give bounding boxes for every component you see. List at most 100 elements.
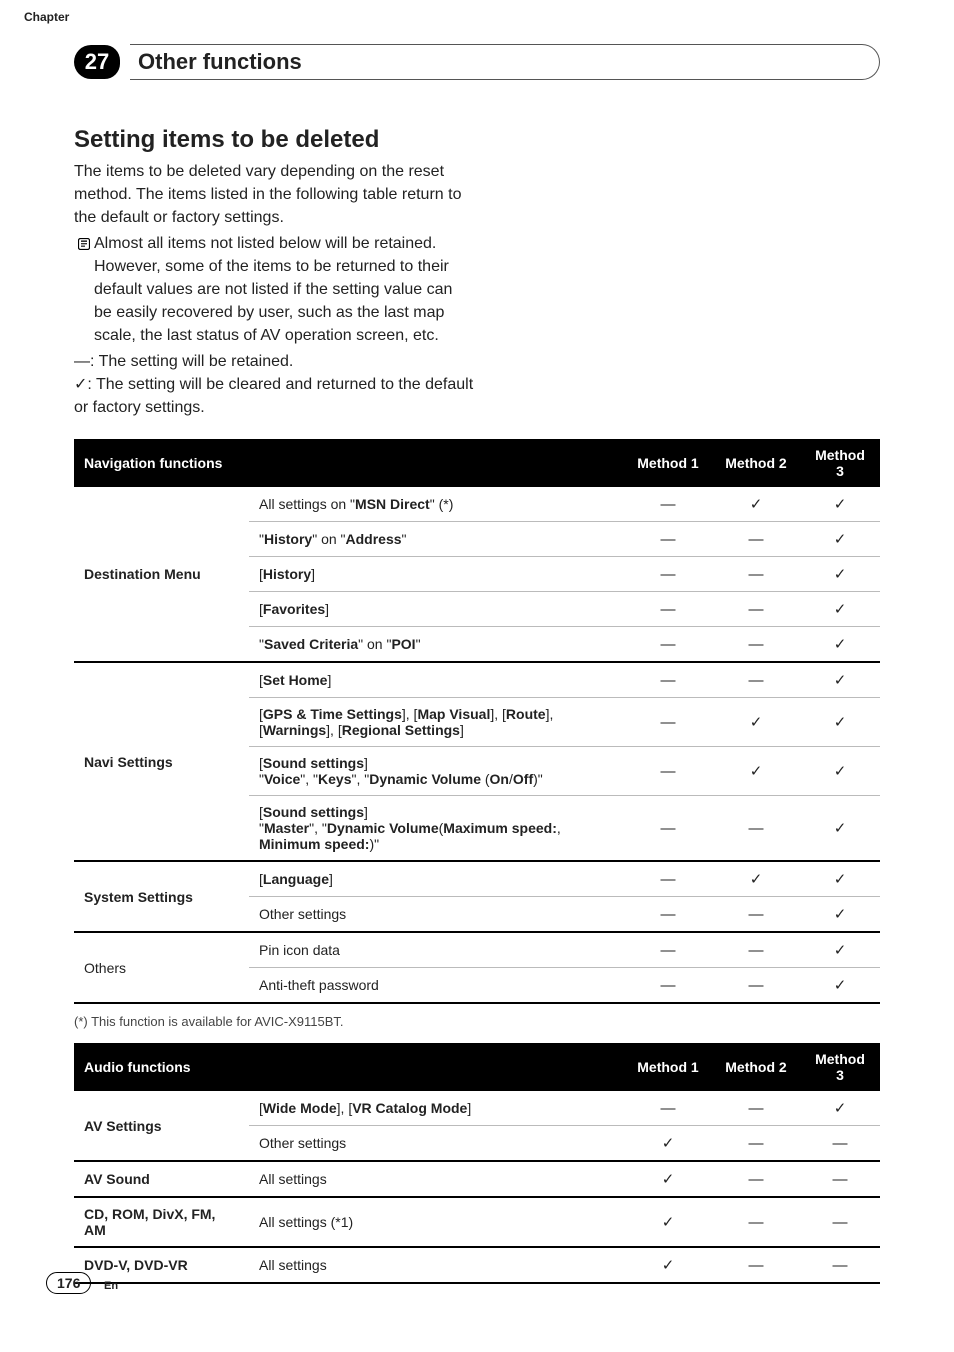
group-name-cell: Destination Menu bbox=[74, 487, 249, 662]
method-cell: — bbox=[624, 557, 712, 592]
table-row: System Settings[Language]—✓✓ bbox=[74, 861, 880, 897]
method-cell: ✓ bbox=[712, 861, 800, 897]
item-cell: Other settings bbox=[249, 897, 624, 933]
method-cell: ✓ bbox=[800, 487, 880, 522]
method-cell: ✓ bbox=[800, 662, 880, 698]
method-cell: ✓ bbox=[712, 747, 800, 796]
group-name-cell: CD, ROM, DivX, FM, AM bbox=[74, 1197, 249, 1247]
method-cell: ✓ bbox=[712, 487, 800, 522]
method-cell: ✓ bbox=[800, 796, 880, 862]
method-cell: ✓ bbox=[624, 1247, 712, 1283]
method-cell: ✓ bbox=[800, 557, 880, 592]
intro-paragraph: The items to be deleted vary depending o… bbox=[74, 160, 474, 230]
group-name-cell: System Settings bbox=[74, 861, 249, 932]
t1-header-blank bbox=[249, 439, 624, 487]
method-cell: — bbox=[800, 1161, 880, 1197]
method-cell: — bbox=[624, 796, 712, 862]
chapter-title-pill: Other functions bbox=[130, 44, 880, 80]
item-cell: [Sound settings]"Master", "Dynamic Volum… bbox=[249, 796, 624, 862]
method-cell: — bbox=[624, 662, 712, 698]
chapter-number-badge: 27 bbox=[74, 45, 120, 79]
item-cell: Other settings bbox=[249, 1126, 624, 1162]
item-cell: [Favorites] bbox=[249, 592, 624, 627]
item-cell: All settings bbox=[249, 1161, 624, 1197]
method-cell: ✓ bbox=[800, 861, 880, 897]
chapter-title: Other functions bbox=[138, 49, 302, 75]
method-cell: — bbox=[712, 557, 800, 592]
method-cell: — bbox=[800, 1126, 880, 1162]
method-cell: — bbox=[712, 1161, 800, 1197]
table-row: CD, ROM, DivX, FM, AMAll settings (*1)✓—… bbox=[74, 1197, 880, 1247]
method-cell: ✓ bbox=[800, 747, 880, 796]
method-cell: — bbox=[712, 592, 800, 627]
method-cell: — bbox=[624, 747, 712, 796]
method-cell: — bbox=[800, 1247, 880, 1283]
item-cell: Anti-theft password bbox=[249, 968, 624, 1004]
table-row: AV SoundAll settings✓—— bbox=[74, 1161, 880, 1197]
method-cell: ✓ bbox=[800, 968, 880, 1004]
method-cell: — bbox=[624, 698, 712, 747]
note-icon bbox=[74, 232, 94, 257]
t2-header-blank bbox=[249, 1043, 624, 1091]
table-row: Navi Settings[Set Home]——✓ bbox=[74, 662, 880, 698]
method-cell: — bbox=[624, 627, 712, 663]
method-cell: — bbox=[624, 932, 712, 968]
table-row: DVD-V, DVD-VRAll settings✓—— bbox=[74, 1247, 880, 1283]
group-name-cell: Others bbox=[74, 932, 249, 1003]
chapter-label: Chapter bbox=[24, 10, 69, 24]
navigation-functions-table: Navigation functions Method 1 Method 2 M… bbox=[74, 439, 880, 1004]
intro-bullet-text: Almost all items not listed below will b… bbox=[94, 232, 474, 348]
method-cell: — bbox=[800, 1197, 880, 1247]
item-cell: [Set Home] bbox=[249, 662, 624, 698]
method-cell: — bbox=[712, 1247, 800, 1283]
method-cell: — bbox=[712, 968, 800, 1004]
item-cell: All settings on "MSN Direct" (*) bbox=[249, 487, 624, 522]
method-cell: — bbox=[624, 897, 712, 933]
t2-header-m1: Method 1 bbox=[624, 1043, 712, 1091]
item-cell: [Wide Mode], [VR Catalog Mode] bbox=[249, 1091, 624, 1126]
method-cell: ✓ bbox=[800, 698, 880, 747]
table1-footnote: (*) This function is available for AVIC-… bbox=[74, 1014, 880, 1029]
t2-header-m3: Method 3 bbox=[800, 1043, 880, 1091]
page-number: 176 bbox=[46, 1272, 91, 1294]
method-cell: ✓ bbox=[800, 1091, 880, 1126]
method-cell: — bbox=[712, 897, 800, 933]
table-row: AV Settings[Wide Mode], [VR Catalog Mode… bbox=[74, 1091, 880, 1126]
t1-header-m1: Method 1 bbox=[624, 439, 712, 487]
section-title: Setting items to be deleted bbox=[74, 126, 880, 154]
item-cell: [Sound settings]"Voice", "Keys", "Dynami… bbox=[249, 747, 624, 796]
method-cell: — bbox=[624, 487, 712, 522]
method-cell: ✓ bbox=[624, 1126, 712, 1162]
t2-header-group: Audio functions bbox=[74, 1043, 249, 1091]
table-row: OthersPin icon data——✓ bbox=[74, 932, 880, 968]
item-cell: All settings bbox=[249, 1247, 624, 1283]
method-cell: — bbox=[712, 1126, 800, 1162]
item-cell: [Language] bbox=[249, 861, 624, 897]
method-cell: ✓ bbox=[800, 627, 880, 663]
method-cell: — bbox=[624, 522, 712, 557]
method-cell: — bbox=[712, 1091, 800, 1126]
method-cell: ✓ bbox=[624, 1197, 712, 1247]
method-cell: — bbox=[624, 1091, 712, 1126]
method-cell: — bbox=[712, 662, 800, 698]
intro-bullet-row: Almost all items not listed below will b… bbox=[74, 232, 474, 348]
t2-header-m2: Method 2 bbox=[712, 1043, 800, 1091]
page-language: En bbox=[104, 1280, 118, 1292]
item-cell: All settings (*1) bbox=[249, 1197, 624, 1247]
method-cell: ✓ bbox=[800, 897, 880, 933]
method-cell: ✓ bbox=[712, 698, 800, 747]
item-cell: "Saved Criteria" on "POI" bbox=[249, 627, 624, 663]
group-name-cell: AV Settings bbox=[74, 1091, 249, 1161]
method-cell: — bbox=[712, 1197, 800, 1247]
method-cell: ✓ bbox=[624, 1161, 712, 1197]
item-cell: Pin icon data bbox=[249, 932, 624, 968]
group-name-cell: Navi Settings bbox=[74, 662, 249, 861]
t1-header-m2: Method 2 bbox=[712, 439, 800, 487]
table-row: Destination MenuAll settings on "MSN Dir… bbox=[74, 487, 880, 522]
method-cell: ✓ bbox=[800, 522, 880, 557]
chapter-header: 27 Other functions bbox=[74, 44, 880, 80]
method-cell: — bbox=[712, 627, 800, 663]
audio-functions-table: Audio functions Method 1 Method 2 Method… bbox=[74, 1043, 880, 1284]
t1-header-group: Navigation functions bbox=[74, 439, 249, 487]
t1-header-m3: Method 3 bbox=[800, 439, 880, 487]
